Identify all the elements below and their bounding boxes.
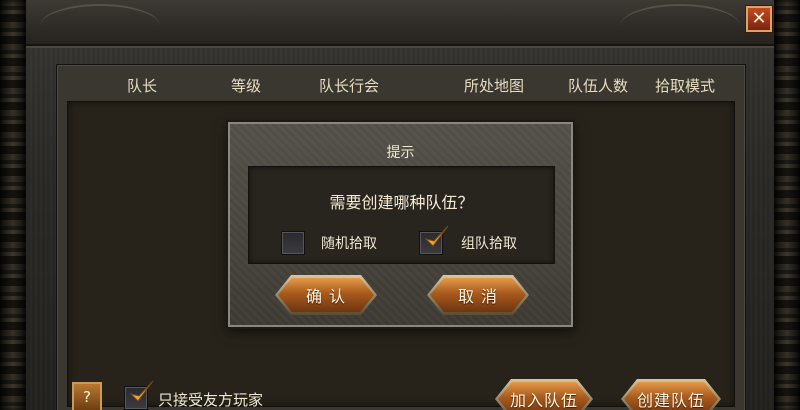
dialog-question: 需要创建哪种队伍？ [329,193,474,212]
header-map: 所处地图 [464,77,525,95]
top-ornament-right [620,4,740,26]
help-button[interactable]: ? [72,382,102,410]
random-loot-label: 随机拾取 [321,236,377,252]
team-loot-label: 组队拾取 [461,236,517,252]
dialog-title: 提示 [386,145,415,161]
cancel-label: 取 消 [457,287,499,306]
friendly-only-checkbox[interactable] [124,380,154,410]
create-team-label: 创建队伍 [636,391,705,410]
create-team-button[interactable]: 创建队伍 [624,382,718,410]
close-button[interactable]: ✕ [746,6,772,32]
join-team-button[interactable]: 加入队伍 [498,382,590,410]
header-leader-guild: 队长行会 [319,77,380,95]
header-member-count: 队伍人数 [568,77,629,95]
window-top-border [0,0,800,46]
top-ornament-left [40,4,160,26]
close-icon: ✕ [751,8,767,29]
help-icon: ? [83,388,91,406]
friendly-only-label: 只接受友方玩家 [158,391,264,409]
cancel-button[interactable]: 取 消 [430,278,526,312]
confirm-label: 确 认 [305,287,347,306]
team-list-header: 队长 等级 队长行会 所处地图 队伍人数 拾取模式 [57,65,745,103]
dialog-content: 需要创建哪种队伍？ 随机拾取 组队拾取 [248,166,555,264]
left-ornate-pillar [0,0,26,410]
create-team-dialog: 提示 需要创建哪种队伍？ 随机拾取 组队拾取 确 认 取 消 [228,122,573,327]
confirm-button[interactable]: 确 认 [278,278,374,312]
checkmark-icon [424,225,449,247]
random-loot-checkbox[interactable] [281,231,305,255]
team-window: ✕ 队长 等级 队长行会 所处地图 队伍人数 拾取模式 ? 只接受友方玩家 加入… [0,0,800,410]
header-loot-mode: 拾取模式 [655,77,716,95]
header-leader: 队长 [127,77,158,95]
header-level: 等级 [231,77,262,95]
checkmark-icon [129,380,154,402]
team-loot-checkbox[interactable] [419,225,449,255]
right-ornate-pillar [774,0,800,410]
join-team-label: 加入队伍 [509,391,578,410]
